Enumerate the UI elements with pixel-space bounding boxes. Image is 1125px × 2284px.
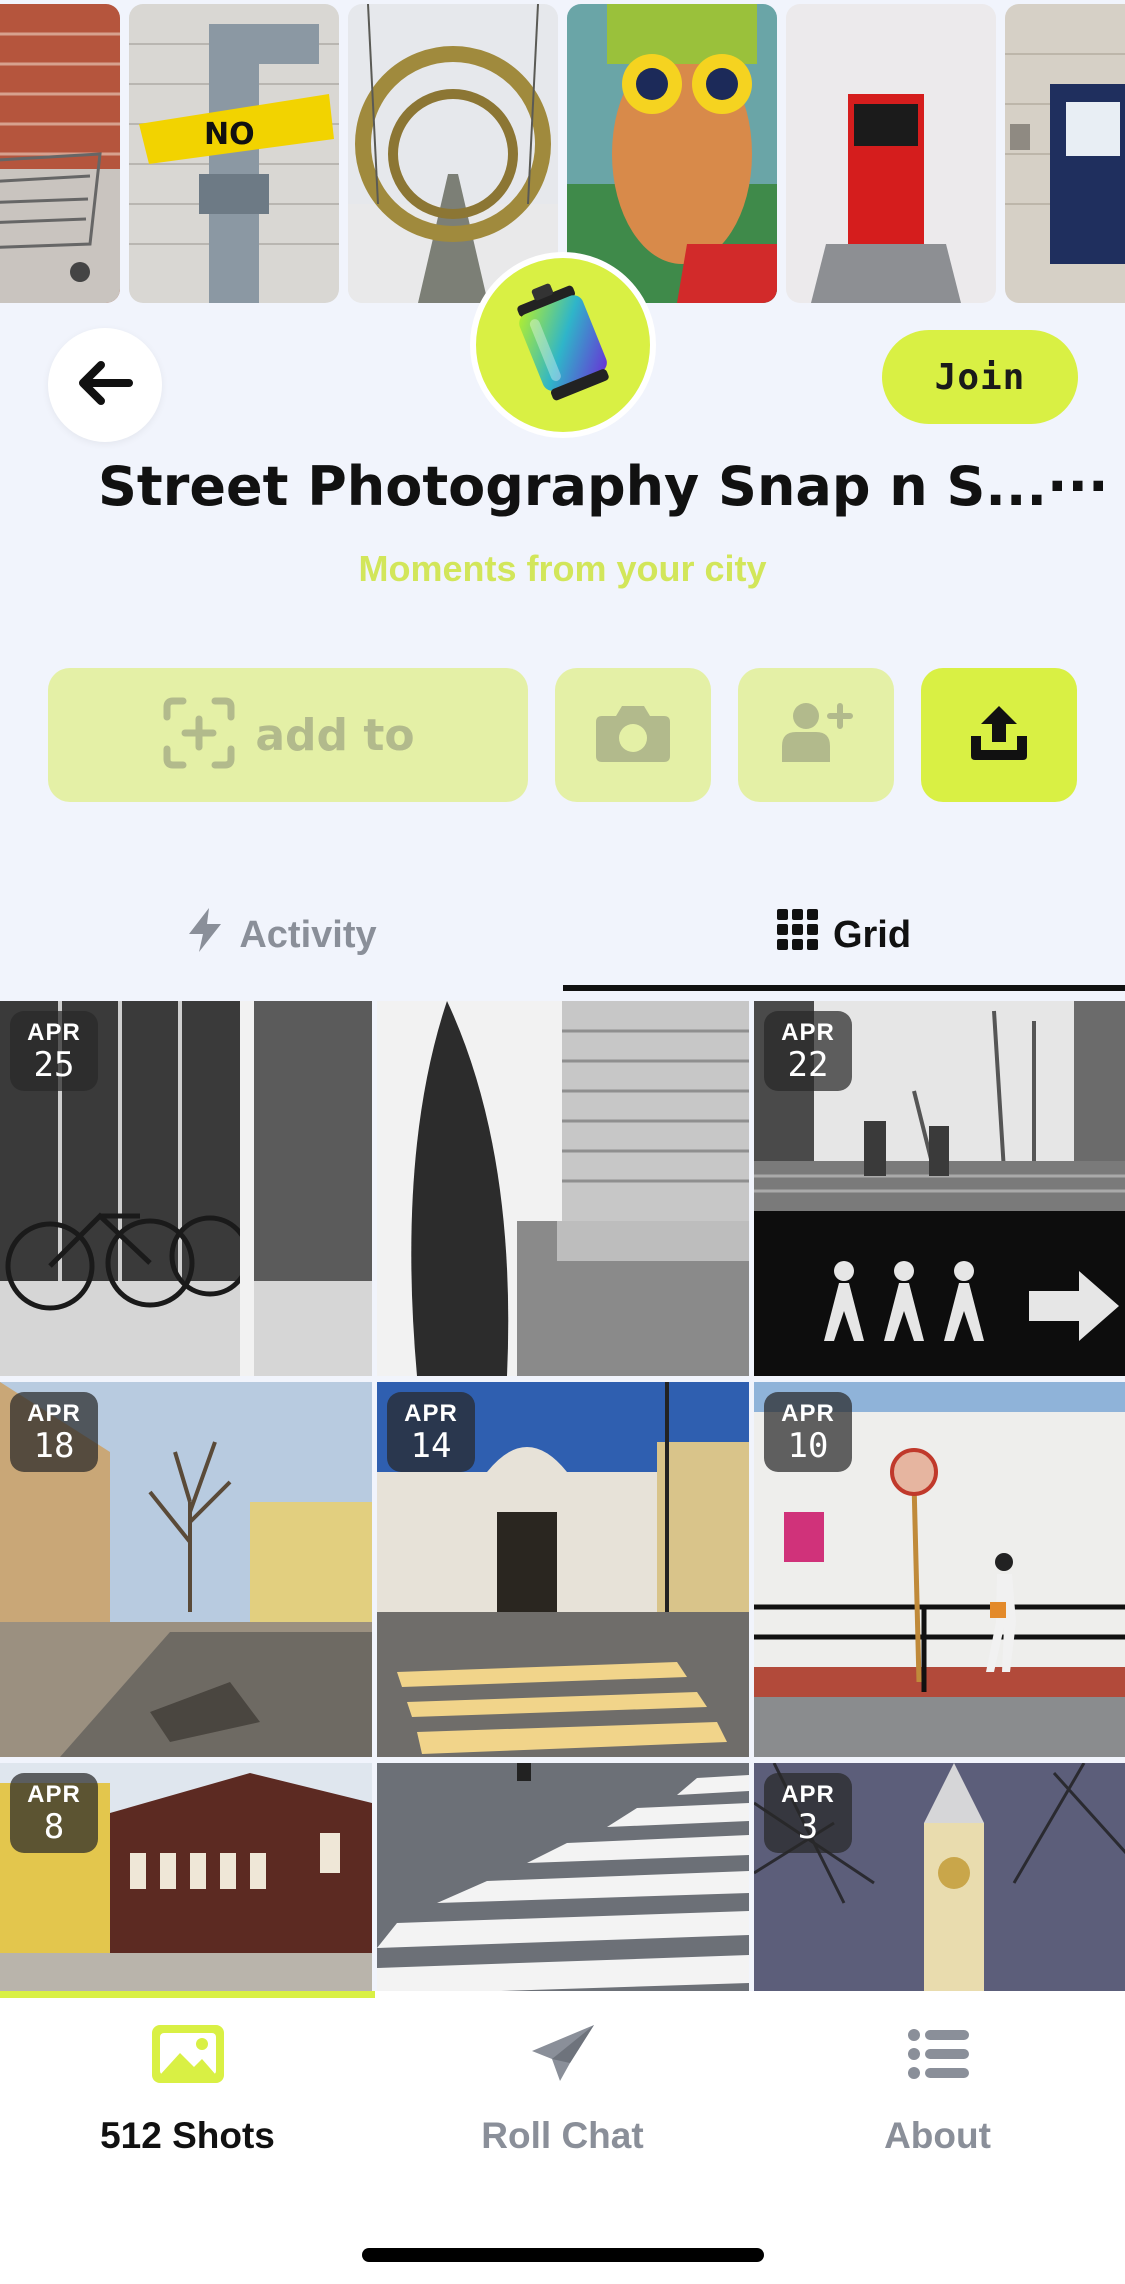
tab-grid-label: Grid [832, 913, 912, 956]
invite-member-button[interactable] [738, 668, 894, 802]
join-button[interactable]: Join [882, 330, 1078, 424]
cover-photo-red-door[interactable] [786, 4, 996, 303]
paper-plane-icon [530, 2023, 596, 2090]
tab-activity[interactable]: Activity [0, 880, 562, 990]
date-badge-month: APR [781, 1019, 835, 1046]
photo-tile[interactable]: APR 10 [754, 1382, 1125, 1757]
add-to-icon [161, 695, 237, 776]
svg-text:NO: NO [204, 117, 255, 152]
add-person-icon [778, 700, 854, 771]
date-badge-month: APR [27, 1781, 81, 1808]
photo-tile[interactable]: APR 3 [754, 1763, 1125, 1991]
date-badge-day: 3 [797, 1807, 819, 1847]
roll-avatar [470, 252, 656, 438]
back-button[interactable] [48, 328, 162, 442]
photo-tile[interactable] [377, 1001, 749, 1376]
nav-item-about-label: About [884, 2115, 991, 2156]
date-badge-day: 18 [33, 1426, 75, 1466]
date-badge: APR 18 [10, 1392, 98, 1472]
add-to-button[interactable]: add to [48, 668, 528, 802]
date-badge-month: APR [27, 1019, 81, 1046]
film-canister-icon [503, 278, 623, 413]
roll-subtitle: Moments from your city [358, 548, 767, 589]
date-badge: APR 3 [764, 1773, 852, 1853]
cover-photo-blue-door[interactable] [1005, 4, 1125, 303]
date-badge: APR 25 [10, 1011, 98, 1091]
cover-photo-brick-cart[interactable] [0, 4, 120, 303]
roll-title[interactable]: Street Photography Snap n S...··· [98, 455, 1109, 518]
camera-button[interactable] [555, 668, 711, 802]
active-nav-indicator [0, 1991, 375, 1998]
photo-tile[interactable]: APR 14 [377, 1382, 749, 1757]
arrow-left-icon [77, 360, 133, 410]
home-indicator[interactable] [362, 2248, 764, 2262]
photo-grid: APR 25 APR 22 APR 18 APR 14 APR 10 APR 8… [0, 1001, 1125, 1991]
photo-tile[interactable]: APR 8 [0, 1763, 372, 1991]
nav-item-about[interactable]: About [750, 2021, 1125, 2181]
cover-photo-pipe[interactable]: NO [129, 4, 339, 303]
date-badge-month: APR [781, 1781, 835, 1808]
tab-grid[interactable]: Grid [563, 880, 1125, 990]
date-badge-day: 8 [43, 1807, 65, 1847]
nav-item-shots[interactable]: 512 Shots [0, 2021, 375, 2181]
photo-tile[interactable]: APR 25 [0, 1001, 372, 1376]
date-badge: APR 14 [387, 1392, 475, 1472]
photo-icon [151, 2024, 224, 2088]
upload-icon [967, 702, 1031, 769]
photo-tile[interactable]: APR 22 [754, 1001, 1125, 1376]
date-badge: APR 22 [764, 1011, 852, 1091]
date-badge-month: APR [404, 1400, 458, 1427]
date-badge: APR 10 [764, 1392, 852, 1472]
share-button[interactable] [921, 668, 1077, 802]
date-badge-day: 25 [33, 1045, 75, 1085]
bottom-navigation: 512 Shots Roll Chat About [0, 1991, 1125, 2284]
active-tab-indicator [563, 985, 1125, 991]
date-badge-month: APR [27, 1400, 81, 1427]
camera-icon [594, 702, 672, 769]
list-icon [907, 2028, 969, 2085]
date-badge-month: APR [781, 1400, 835, 1427]
lightning-icon [185, 906, 225, 964]
date-badge-day: 22 [787, 1045, 829, 1085]
date-badge: APR 8 [10, 1773, 98, 1853]
nav-item-roll-chat-label: Roll Chat [481, 2115, 644, 2156]
add-to-label: add to [255, 709, 415, 761]
tab-activity-label: Activity [239, 913, 377, 956]
nav-item-shots-label: 512 Shots [100, 2115, 275, 2156]
photo-tile[interactable] [377, 1763, 749, 1991]
date-badge-day: 10 [787, 1426, 829, 1466]
grid-icon [776, 909, 819, 961]
photo-tile[interactable]: APR 18 [0, 1382, 372, 1757]
date-badge-day: 14 [410, 1426, 452, 1466]
nav-item-roll-chat[interactable]: Roll Chat [375, 2021, 750, 2181]
